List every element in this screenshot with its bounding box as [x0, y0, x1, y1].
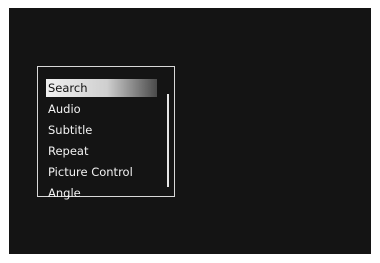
menu-item-repeat[interactable]: Repeat	[48, 142, 88, 160]
menu-scrollbar[interactable]	[167, 94, 169, 187]
menu-item-picture-control[interactable]: Picture Control	[48, 163, 133, 181]
menu-item-subtitle[interactable]: Subtitle	[48, 121, 92, 139]
video-screen: Search Audio Subtitle Repeat Picture Con…	[9, 8, 371, 254]
menu-item-search[interactable]: Search	[46, 79, 157, 97]
playback-menu: Search Audio Subtitle Repeat Picture Con…	[37, 66, 175, 200]
menu-item-angle[interactable]: Angle	[48, 184, 81, 202]
menu-item-audio[interactable]: Audio	[48, 100, 81, 118]
